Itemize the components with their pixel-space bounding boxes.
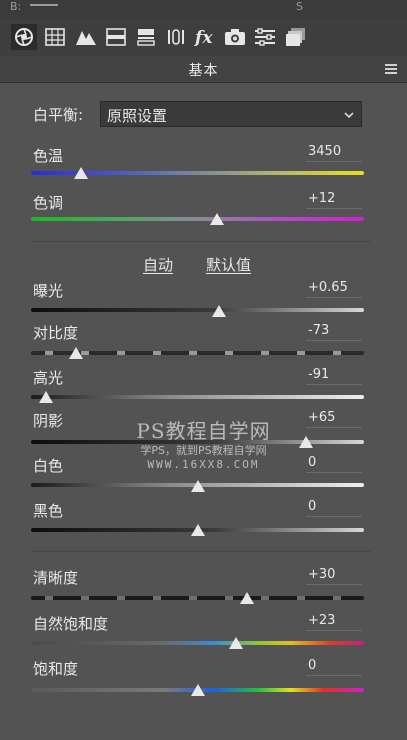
basic-icon[interactable]: [11, 24, 37, 50]
top-strip-fragment: S: [296, 0, 303, 13]
clarity-value-field[interactable]: +30: [306, 566, 362, 585]
clarity-label: 清晰度: [33, 569, 79, 587]
fx-icon[interactable]: fx: [192, 24, 218, 50]
detail-icon[interactable]: [73, 24, 99, 50]
temperature-thumb[interactable]: [73, 167, 88, 179]
tone-curve-icon[interactable]: [42, 24, 68, 50]
presets-icon[interactable]: [252, 24, 278, 50]
watermark-url: WWW.16XX8.COM: [147, 458, 260, 471]
blacks-value-field[interactable]: 0: [306, 498, 362, 517]
temperature-value: 3450: [308, 144, 342, 159]
top-strip: B: S: [0, 0, 407, 18]
exposure-value: +0.65: [308, 280, 348, 295]
tint-label: 色调: [33, 194, 64, 212]
default-link[interactable]: 默认值: [206, 254, 251, 275]
split-toning-icon[interactable]: [133, 24, 159, 50]
contrast-value-field[interactable]: -73: [306, 322, 362, 341]
tint-thumb[interactable]: [210, 213, 225, 225]
top-strip-label: B:: [10, 0, 22, 13]
white-balance-label: 白平衡:: [33, 106, 84, 124]
clarity-thumb[interactable]: [240, 592, 255, 604]
top-strip-bar: [30, 4, 58, 6]
highlights-label: 高光: [33, 369, 64, 387]
vibrance-track[interactable]: [31, 641, 364, 645]
svg-text:fx: fx: [194, 28, 213, 47]
temperature-value-field[interactable]: 3450: [306, 143, 362, 162]
white-balance-select[interactable]: 原照设置: [100, 101, 362, 127]
exposure-value-field[interactable]: +0.65: [306, 279, 362, 298]
highlights-value-field[interactable]: -91: [306, 366, 362, 385]
exposure-label: 曝光: [33, 282, 64, 300]
contrast-thumb[interactable]: [68, 347, 83, 359]
camera-calibration-icon[interactable]: [222, 24, 248, 50]
watermark-subtitle: 学PS，就到PS教程自学网: [140, 444, 267, 457]
clarity-track[interactable]: [31, 596, 364, 600]
tint-value-field[interactable]: +12: [306, 190, 362, 209]
vibrance-label: 自然饱和度: [33, 615, 109, 633]
hsl-icon[interactable]: [103, 24, 129, 50]
contrast-value: -73: [308, 323, 330, 338]
vibrance-value: +23: [308, 613, 336, 628]
contrast-label: 对比度: [33, 324, 79, 342]
saturation-value-field[interactable]: 0: [306, 657, 362, 676]
saturation-label: 饱和度: [33, 660, 79, 678]
exposure-thumb[interactable]: [212, 305, 227, 317]
chevron-down-icon: [343, 106, 355, 125]
white-balance-value: 原照设置: [107, 107, 168, 125]
panel-menu-icon[interactable]: [385, 64, 397, 74]
blacks-label: 黑色: [33, 502, 64, 520]
highlights-track[interactable]: [31, 395, 364, 399]
blacks-value: 0: [308, 499, 317, 514]
clarity-value: +30: [308, 567, 336, 582]
highlights-thumb[interactable]: [38, 391, 53, 403]
tint-track[interactable]: [31, 217, 364, 221]
saturation-value: 0: [308, 658, 317, 673]
lens-corrections-icon[interactable]: [163, 24, 189, 50]
exposure-track[interactable]: [31, 308, 364, 312]
blacks-thumb[interactable]: [190, 524, 205, 536]
temperature-label: 色温: [33, 147, 64, 165]
vibrance-thumb[interactable]: [228, 637, 243, 649]
vibrance-value-field[interactable]: +23: [306, 612, 362, 631]
saturation-thumb[interactable]: [190, 684, 205, 696]
panel-header: 基本: [0, 56, 407, 83]
highlights-value: -91: [308, 367, 330, 382]
panel-toolbar: fx: [0, 18, 407, 56]
divider: [31, 551, 371, 552]
watermark-title: PS教程自学网: [136, 419, 271, 443]
tint-value: +12: [308, 191, 336, 206]
panel-title: 基本: [188, 63, 219, 79]
divider: [31, 241, 371, 242]
whites-thumb[interactable]: [190, 480, 205, 492]
snapshots-icon[interactable]: [283, 24, 309, 50]
auto-link[interactable]: 自动: [143, 254, 173, 275]
